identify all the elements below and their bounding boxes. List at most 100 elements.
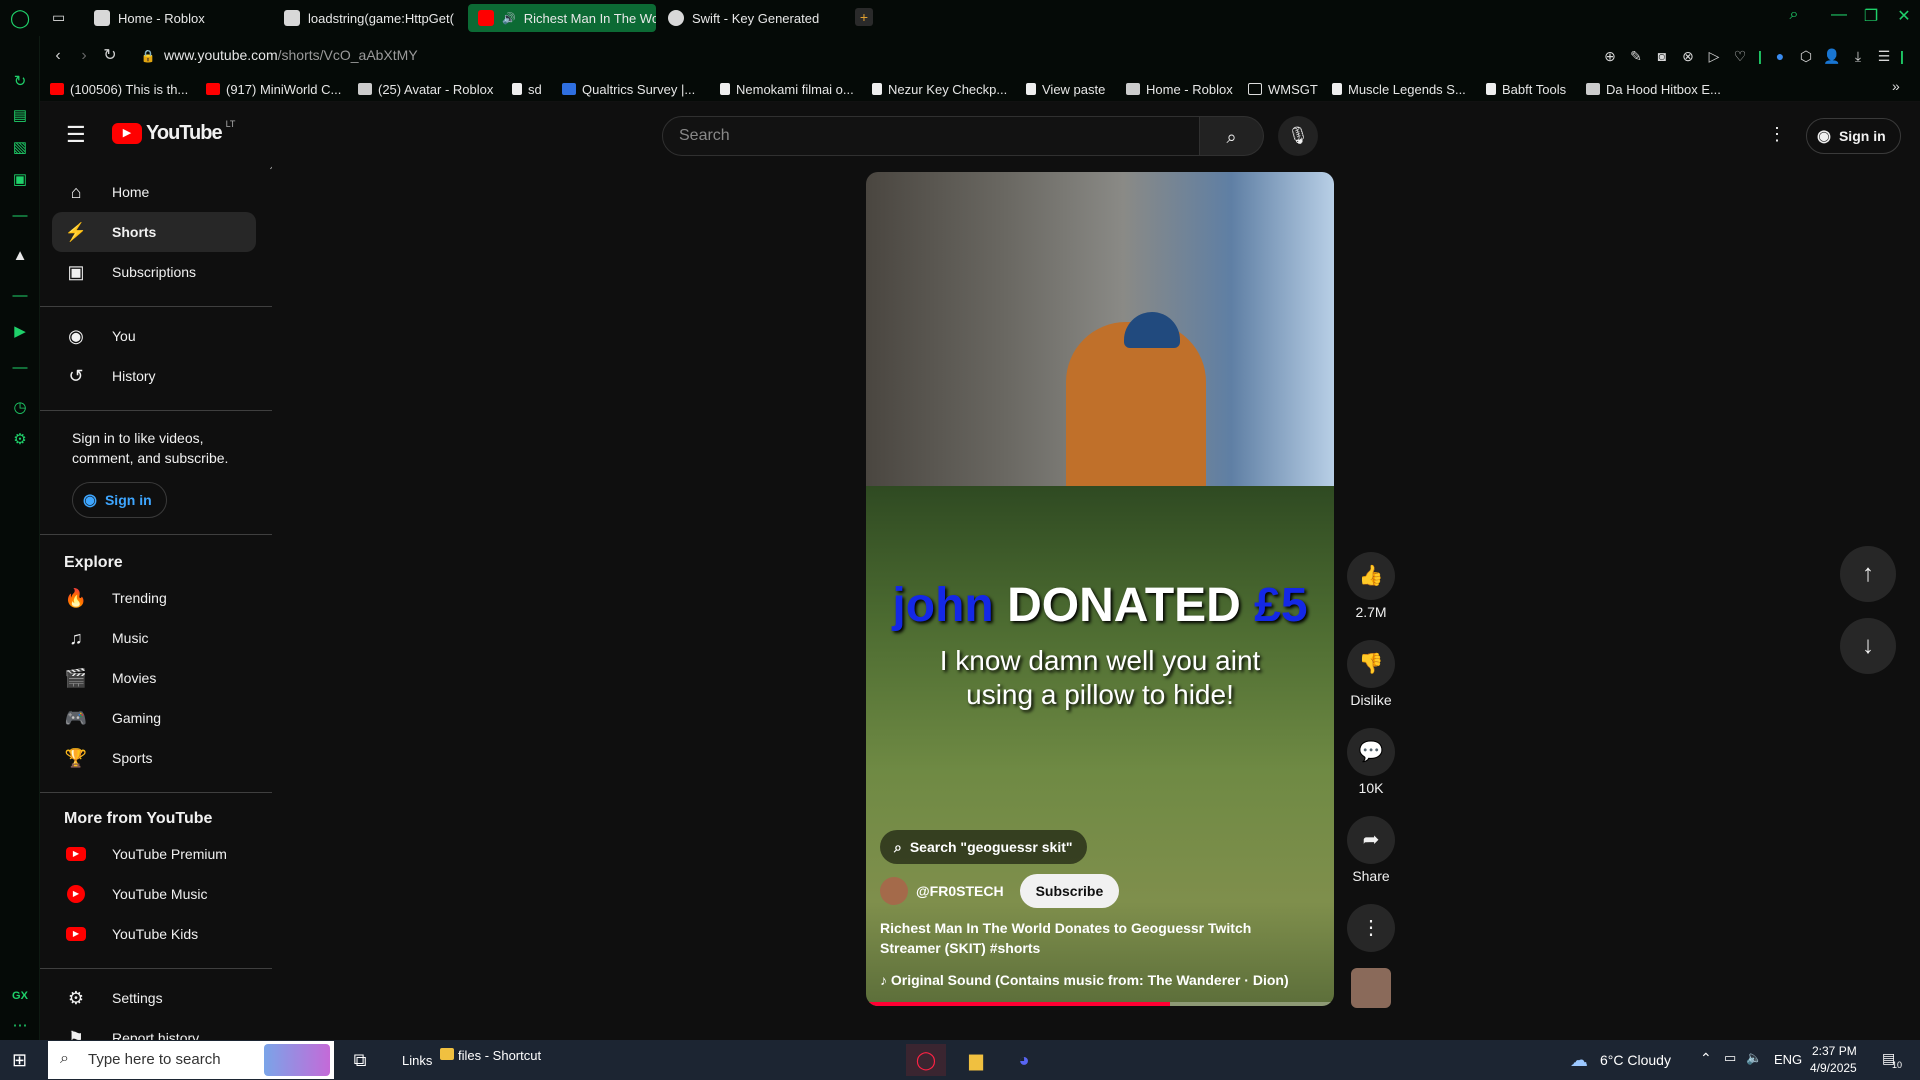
bag-icon[interactable]: ▤ [10, 106, 30, 126]
discord-icon[interactable]: ◕ [1004, 1044, 1044, 1076]
sidebar-item-trending[interactable]: 🔥 Trending [52, 578, 256, 618]
sound-link[interactable]: ♪ Original Sound (Contains music from: T… [880, 972, 1289, 988]
close-window-icon[interactable]: ✕ [1892, 6, 1916, 26]
weather-text[interactable]: 6°C Cloudy [1600, 1052, 1671, 1068]
sidebar-item-home[interactable]: ⌂ Home [52, 172, 256, 212]
bookmark-item[interactable]: Nemokami filmai o... [720, 80, 854, 98]
share-button[interactable]: ➦ [1347, 816, 1395, 864]
sidebar-item-youtube-premium[interactable]: ▶ YouTube Premium [52, 834, 256, 874]
bookmark-item[interactable]: sd [512, 80, 542, 98]
file-explorer-icon[interactable]: ▆ [956, 1044, 996, 1076]
sidebar-item-music[interactable]: ♫ Music [52, 618, 256, 658]
cube-icon[interactable]: ⬡ [1796, 46, 1816, 66]
progress-bar[interactable] [866, 1002, 1334, 1006]
language-indicator[interactable]: ENG [1774, 1052, 1802, 1067]
sidebar-item-shorts[interactable]: ⚡ Shorts [52, 212, 256, 252]
sidebar-item-subscriptions[interactable]: ▣ Subscriptions [52, 252, 256, 292]
heart-icon[interactable]: ♡ [1730, 46, 1750, 66]
subscribe-button[interactable]: Subscribe [1019, 874, 1120, 908]
bookmark-item[interactable]: Qualtrics Survey |... [562, 80, 695, 98]
sidebar-item-youtube-music[interactable]: ▶ YouTube Music [52, 874, 256, 914]
sidebar-item-sports[interactable]: 🏆 Sports [52, 738, 256, 778]
sidebar-sign-in-button[interactable]: ◉ Sign in [72, 482, 167, 518]
download-icon[interactable]: ⤓ [1848, 46, 1868, 66]
clock-time[interactable]: 2:37 PM [1812, 1044, 1857, 1058]
shorts-player[interactable]: john DONATED £5 I know damn well you ain… [866, 172, 1334, 1006]
tab-roblox-home[interactable]: Home - Roblox [84, 4, 274, 32]
sound-avatar[interactable] [1351, 968, 1391, 1008]
channel-avatar[interactable] [880, 877, 908, 905]
comments-button[interactable]: 💬 [1347, 728, 1395, 776]
restore-icon[interactable]: ❐ [1859, 6, 1883, 26]
search-input[interactable]: Search [662, 116, 1200, 156]
adblock-icon[interactable]: ⊗ [1678, 46, 1698, 66]
sidebar-item-you[interactable]: ◉ You [52, 316, 256, 356]
bookmark-item[interactable]: View paste [1026, 80, 1105, 98]
refresh-rail-icon[interactable]: ↻ [10, 72, 30, 92]
dislike-button[interactable]: 👎 [1347, 640, 1395, 688]
clock-icon[interactable]: ◷ [10, 398, 30, 418]
search-suggestion-chip[interactable]: ⌕ Search "geoguessr skit" [880, 830, 1087, 864]
bookmark-item[interactable]: Da Hood Hitbox E... [1586, 80, 1721, 98]
network-icon[interactable]: ▭ [1724, 1050, 1736, 1066]
url-field[interactable]: www.youtube.com/shorts/VcO_aAbXtMY [164, 47, 418, 63]
player-icon[interactable]: ▶ [10, 322, 30, 342]
tab-list-icon[interactable]: ▭ [52, 9, 65, 26]
channel-name[interactable]: @FR0STECH [916, 883, 1004, 899]
bookmark-item[interactable]: (25) Avatar - Roblox [358, 80, 493, 98]
back-icon[interactable]: ‹ [48, 46, 68, 66]
reload-icon[interactable]: ↻ [100, 46, 120, 66]
windows-start-icon[interactable]: ⊞ [12, 1050, 32, 1070]
previous-short-button[interactable]: ↑ [1840, 546, 1896, 602]
task-view-icon[interactable]: ⧉ [340, 1044, 380, 1076]
settings-rail-icon[interactable]: ⚙ [10, 430, 30, 450]
voice-search-button[interactable]: 🎙 [1278, 116, 1318, 156]
more-actions-button[interactable]: ⋮ [1347, 904, 1395, 952]
bookmark-item[interactable]: (100506) This is th... [50, 80, 188, 98]
opera-menu-icon[interactable]: ◯ [10, 8, 30, 29]
bookmark-item[interactable]: (917) MiniWorld C... [206, 80, 341, 98]
youtube-logo[interactable]: ▶ YouTube LT [112, 119, 235, 145]
opera-gx-taskbar-icon[interactable]: ◯ [906, 1044, 946, 1076]
zoom-icon[interactable]: ⊕ [1600, 46, 1620, 66]
like-button[interactable]: 👍 [1347, 552, 1395, 600]
tab-richest-man[interactable]: 🔊 Richest Man In The Wo [468, 4, 656, 32]
easy-setup-icon[interactable]: ☰ [1874, 46, 1894, 66]
forward-icon[interactable]: › [74, 46, 94, 66]
new-tab-button[interactable]: + [855, 8, 873, 26]
twitch-icon[interactable]: ▧ [10, 138, 30, 158]
menu-icon[interactable]: ☰ [66, 122, 86, 148]
profile-icon[interactable]: 👤 [1822, 46, 1842, 66]
speaker-icon[interactable]: 🔊 [502, 12, 516, 25]
search-tabs-icon[interactable]: ⌕ [1782, 6, 1806, 24]
sidebar-item-history[interactable]: ↺ History [52, 356, 256, 396]
lock-icon[interactable]: 🔒 [138, 46, 158, 66]
next-short-button[interactable]: ↓ [1840, 618, 1896, 674]
clock-date[interactable]: 4/9/2025 [1810, 1061, 1857, 1075]
video-title[interactable]: Richest Man In The World Donates to Geog… [880, 918, 1300, 958]
bookmark-item[interactable]: Muscle Legends S... [1332, 80, 1466, 98]
gx-corner-icon[interactable]: GX [10, 986, 30, 1006]
scroll-up-icon[interactable]: ⌃ [268, 166, 272, 177]
volume-icon[interactable]: 🔈 [1746, 1050, 1762, 1066]
minimize-icon[interactable]: — [1827, 6, 1851, 24]
sidebar-item-gaming[interactable]: 🎮 Gaming [52, 698, 256, 738]
sidebar-item-youtube-kids[interactable]: ▶ YouTube Kids [52, 914, 256, 954]
files-shortcut[interactable]: files - Shortcut [458, 1048, 541, 1063]
search-button[interactable]: ⌕ [1200, 116, 1264, 156]
links-toolbar[interactable]: Links [402, 1053, 432, 1068]
bookmark-item[interactable]: Babft Tools [1486, 80, 1566, 98]
music-player-icon[interactable]: ▲ [10, 246, 30, 266]
edit-icon[interactable]: ✎ [1626, 46, 1646, 66]
extension-icon[interactable]: ● [1770, 46, 1790, 66]
more-bookmarks-icon[interactable]: » [1892, 78, 1900, 94]
bookmark-item[interactable]: WMSGT [1248, 80, 1318, 98]
chevron-up-icon[interactable]: ⌃ [1700, 1050, 1712, 1067]
sidebar-item-report-history[interactable]: ⚑ Report history [52, 1018, 256, 1041]
sidebar-item-movies[interactable]: 🎬 Movies [52, 658, 256, 698]
bookmark-item[interactable]: Home - Roblox [1126, 80, 1233, 98]
sidebar-item-settings[interactable]: ⚙ Settings [52, 978, 256, 1018]
bookmark-item[interactable]: Nezur Key Checkp... [872, 80, 1007, 98]
tab-swift-key[interactable]: Swift - Key Generated [658, 4, 848, 32]
hashtag-link[interactable]: #shorts [990, 940, 1041, 956]
